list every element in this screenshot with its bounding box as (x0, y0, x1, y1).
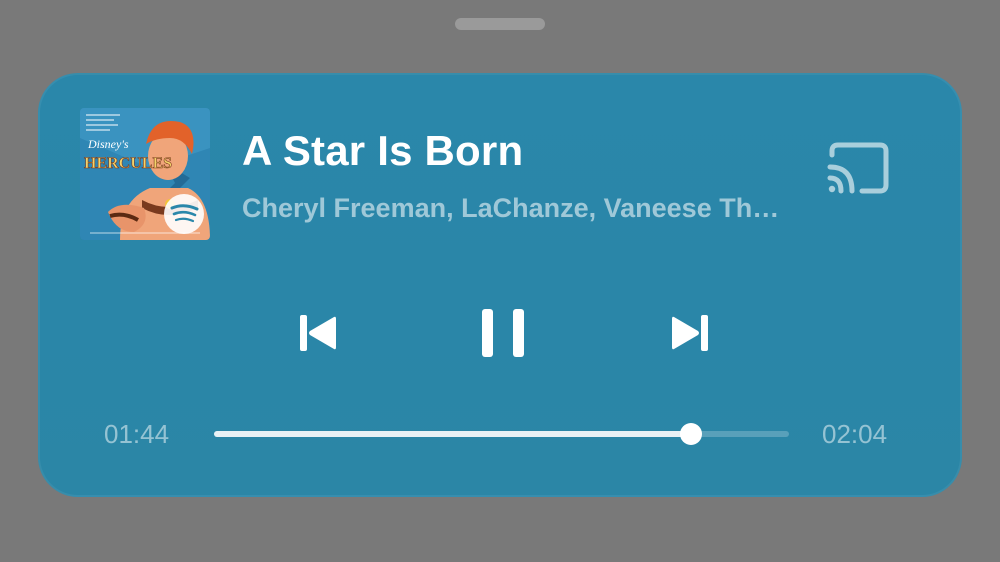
album-cover-image: Disney's HERCULES (80, 108, 210, 240)
track-artist: Cheryl Freeman, LaChanze, Vaneese Th… (242, 193, 780, 223)
drag-handle[interactable] (455, 18, 545, 30)
elapsed-time: 01:44 (104, 419, 170, 449)
screen: Disney's HERCULES A Star Is Born Cheryl … (0, 0, 1000, 562)
seek-bar-thumb[interactable] (680, 423, 703, 445)
skip-next-icon (672, 315, 708, 351)
skip-previous-icon (300, 315, 336, 351)
album-brand-text: Disney's (87, 137, 129, 151)
cast-button[interactable] (826, 141, 892, 197)
next-track-button[interactable] (668, 311, 712, 355)
previous-track-button[interactable] (296, 311, 340, 355)
media-player-card: Disney's HERCULES A Star Is Born Cheryl … (38, 73, 962, 497)
seek-bar[interactable] (214, 423, 789, 445)
total-duration: 02:04 (822, 419, 888, 449)
pause-icon (482, 309, 524, 357)
album-art[interactable]: Disney's HERCULES (80, 108, 210, 240)
track-title: A Star Is Born (242, 127, 524, 174)
pause-button[interactable] (478, 305, 528, 361)
album-name-text: HERCULES (84, 155, 172, 172)
cast-icon (827, 142, 889, 194)
seek-bar-progress (214, 431, 692, 437)
